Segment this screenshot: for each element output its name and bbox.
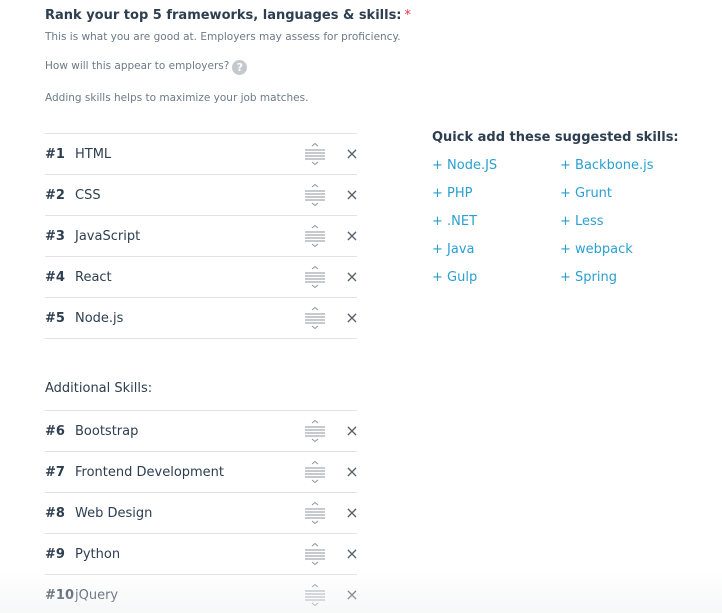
skill-name: Python — [75, 547, 121, 562]
suggested-skill-link[interactable]: + Spring — [560, 270, 617, 285]
skill-rank: #1 — [45, 147, 65, 162]
close-icon[interactable]: × — [345, 269, 359, 285]
skill-row[interactable]: #1 HTML × — [45, 134, 359, 175]
close-icon[interactable]: × — [345, 146, 359, 162]
skill-rank: #4 — [45, 270, 65, 285]
suggested-skill-link[interactable]: + Grunt — [560, 186, 612, 201]
appear-question-text: How will this appear to employers? — [45, 60, 230, 72]
skill-row[interactable]: #10 jQuery × — [45, 575, 359, 613]
required-marker: * — [404, 8, 412, 23]
close-icon[interactable]: × — [345, 505, 359, 521]
drag-handle-icon[interactable] — [303, 542, 327, 566]
page-title: Rank your top 5 frameworks, languages & … — [45, 8, 411, 23]
close-icon[interactable]: × — [345, 464, 359, 480]
suggested-skill-link[interactable]: + Less — [560, 214, 604, 229]
skill-name: HTML — [75, 147, 112, 162]
skill-rank: #8 — [45, 506, 65, 521]
skill-name: Frontend Development — [75, 465, 225, 480]
skill-rank: #6 — [45, 424, 65, 439]
skill-rank: #7 — [45, 465, 65, 480]
skill-rank: #5 — [45, 311, 65, 326]
skill-name: Node.js — [75, 311, 124, 326]
additional-skills-list: #6 Bootstrap × #7 Frontend Development × #8 Web… — [45, 410, 359, 613]
close-icon[interactable]: × — [345, 587, 359, 603]
skill-row[interactable]: #5 Node.js × — [45, 298, 359, 339]
skill-name: Bootstrap — [75, 424, 139, 439]
drag-handle-icon[interactable] — [303, 583, 327, 607]
drag-handle-icon[interactable] — [303, 142, 327, 166]
close-icon[interactable]: × — [345, 187, 359, 203]
question-circle-icon[interactable]: ? — [232, 60, 248, 75]
drag-handle-icon[interactable] — [303, 265, 327, 289]
skill-row[interactable]: #2 CSS × — [45, 175, 359, 216]
skill-rank: #9 — [45, 547, 65, 562]
skill-rank: #2 — [45, 188, 65, 203]
skills-ranking-page: Rank your top 5 frameworks, languages & … — [0, 0, 722, 613]
top-skills-list: #1 HTML × #2 CSS × #3 JavaScript × #4 React × #5 Node… — [45, 133, 359, 339]
drag-handle-icon[interactable] — [303, 419, 327, 443]
skill-rank: #10 — [45, 588, 74, 603]
suggested-skills-title: Quick add these suggested skills: — [432, 130, 679, 145]
skill-row[interactable]: #3 JavaScript × — [45, 216, 359, 257]
drag-handle-icon[interactable] — [303, 183, 327, 207]
suggested-skill-link[interactable]: + Java — [432, 242, 475, 257]
suggested-skill-link[interactable]: + Backbone.js — [560, 158, 654, 173]
skill-name: CSS — [75, 188, 101, 203]
suggested-skill-link[interactable]: + PHP — [432, 186, 472, 201]
drag-handle-icon[interactable] — [303, 501, 327, 525]
skill-rank: #3 — [45, 229, 65, 244]
skill-name: Web Design — [75, 506, 153, 521]
close-icon[interactable]: × — [345, 228, 359, 244]
drag-handle-icon[interactable] — [303, 224, 327, 248]
close-icon[interactable]: × — [345, 546, 359, 562]
drag-handle-icon[interactable] — [303, 460, 327, 484]
skill-row[interactable]: #7 Frontend Development × — [45, 452, 359, 493]
skill-row[interactable]: #8 Web Design × — [45, 493, 359, 534]
suggested-skill-link[interactable]: + .NET — [432, 214, 477, 229]
drag-handle-icon[interactable] — [303, 306, 327, 330]
suggested-skill-link[interactable]: + webpack — [560, 242, 633, 257]
suggested-skill-link[interactable]: + Gulp — [432, 270, 477, 285]
skill-row[interactable]: #4 React × — [45, 257, 359, 298]
page-title-text: Rank your top 5 frameworks, languages & … — [45, 8, 402, 23]
skill-name: jQuery — [75, 588, 119, 603]
skill-name: React — [75, 270, 112, 285]
appear-question: How will this appear to employers?? — [45, 60, 248, 75]
close-icon[interactable]: × — [345, 423, 359, 439]
skill-row[interactable]: #6 Bootstrap × — [45, 411, 359, 452]
close-icon[interactable]: × — [345, 310, 359, 326]
suggested-skill-link[interactable]: + Node.JS — [432, 158, 497, 173]
additional-skills-label: Additional Skills: — [45, 381, 153, 396]
skill-name: JavaScript — [75, 229, 141, 244]
job-match-note: Adding skills helps to maximize your job… — [45, 92, 309, 104]
description-text: This is what you are good at. Employers … — [45, 31, 401, 43]
skill-row[interactable]: #9 Python × — [45, 534, 359, 575]
